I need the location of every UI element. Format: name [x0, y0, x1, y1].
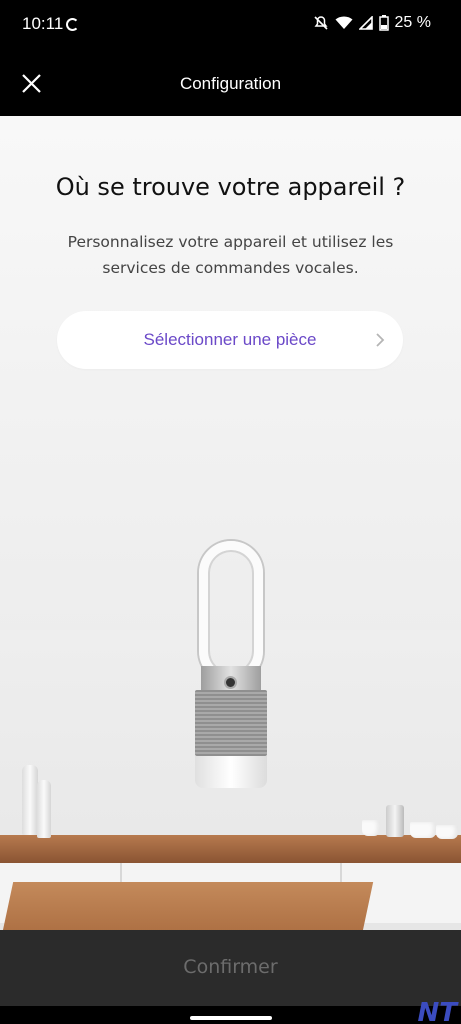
french-press: [386, 805, 404, 837]
description-line-1: Personnalisez votre appareil et utilisez…: [67, 233, 394, 251]
select-room-button[interactable]: Sélectionner une pièce: [57, 311, 403, 369]
bottle-left-small: [37, 780, 51, 838]
description-line-2: services de commandes vocales.: [102, 259, 359, 277]
device-sensor: [224, 676, 237, 689]
bowl-right: [436, 825, 458, 839]
system-nav-bar: [0, 1006, 461, 1024]
status-time: 10:11: [22, 14, 64, 33]
bowl: [410, 822, 436, 838]
mute-notifications-icon: [313, 15, 329, 31]
main-content: Où se trouve votre appareil ? Personnali…: [0, 116, 461, 930]
device-base: [195, 756, 267, 788]
battery-percent: 25 %: [394, 14, 431, 31]
battery-icon: [378, 15, 389, 31]
location-question: Où se trouve votre appareil ?: [55, 173, 406, 201]
location-description: Personnalisez votre appareil et utilisez…: [50, 229, 411, 281]
page-title: Configuration: [179, 74, 282, 93]
watermark-logo: NT: [417, 998, 458, 1024]
bottle-left: [22, 765, 38, 835]
front-countertop: [0, 882, 374, 930]
select-room-label: Sélectionner une pièce: [143, 330, 317, 349]
signal-icon: [358, 16, 373, 30]
sync-icon: [66, 18, 79, 31]
app-header: Configuration: [0, 52, 461, 116]
cup: [362, 820, 380, 836]
confirm-button[interactable]: Confirmer: [0, 930, 461, 1006]
status-icons: 25 %: [313, 14, 431, 32]
device-loop: [199, 541, 263, 683]
chevron-right-icon: [375, 332, 385, 352]
home-indicator[interactable]: [190, 1016, 272, 1020]
wifi-icon: [335, 16, 353, 30]
status-bar: 10:11 25 %: [0, 0, 461, 52]
device-filter-body: [195, 690, 267, 756]
back-countertop: [0, 835, 461, 863]
confirm-label: Confirmer: [183, 956, 278, 978]
